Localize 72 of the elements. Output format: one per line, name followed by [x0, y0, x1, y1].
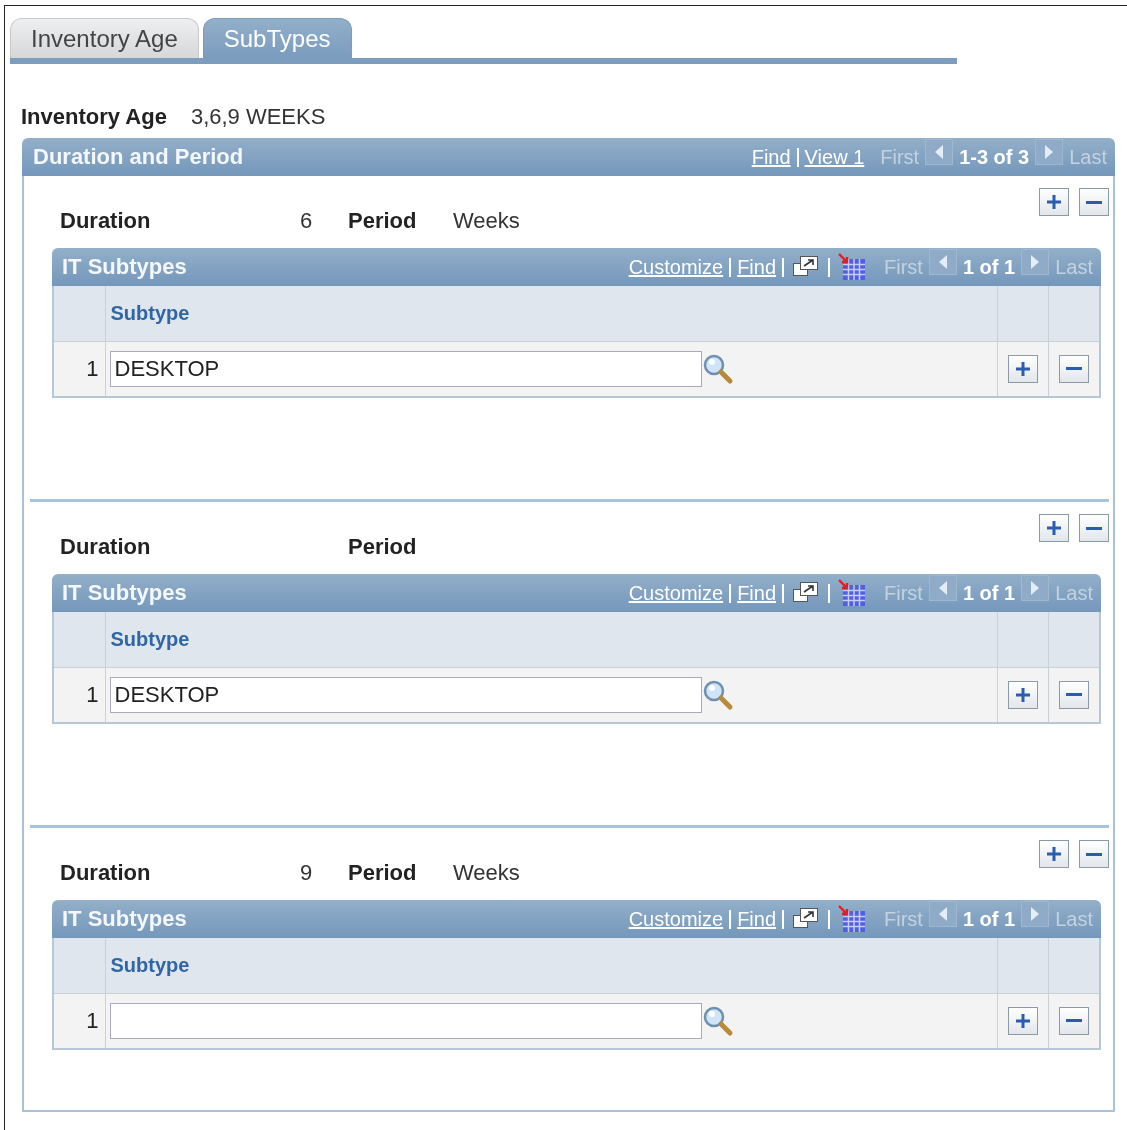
minus-icon	[1066, 1019, 1082, 1023]
link[interactable]: Find	[737, 907, 777, 931]
delete-row-button[interactable]	[1059, 354, 1089, 383]
field-label: Duration	[60, 860, 152, 886]
subtype-field[interactable]: DESKTOP	[109, 676, 702, 713]
plus-icon	[1014, 359, 1032, 378]
row-count: 1-3 of 3	[959, 145, 1030, 169]
field-label: Period	[348, 208, 418, 234]
plus-icon	[1045, 845, 1063, 863]
column-header: Subtype	[105, 938, 998, 993]
grid-title: IT Subtypes	[62, 580, 187, 606]
add-row-button[interactable]	[1008, 680, 1038, 709]
row-number: 1	[86, 681, 99, 707]
field-label: Duration	[60, 534, 152, 560]
grid-title: IT Subtypes	[62, 906, 187, 932]
add-row-button[interactable]	[1039, 188, 1069, 216]
grid-title: Duration and Period	[33, 144, 244, 170]
minus-icon	[1086, 852, 1102, 856]
download-grid-icon[interactable]	[838, 905, 867, 933]
minus-icon	[1066, 693, 1082, 697]
link[interactable]: View 1	[804, 145, 865, 169]
link[interactable]: Customize	[628, 255, 724, 279]
tab[interactable]: SubTypes	[202, 18, 352, 58]
plus-icon	[1014, 685, 1032, 704]
row-number: 1	[86, 355, 99, 381]
subtype-field[interactable]: DESKTOP	[109, 350, 702, 387]
minus-icon	[1066, 367, 1082, 371]
add-row-button[interactable]	[1008, 1006, 1038, 1035]
field-value: 9	[300, 860, 314, 886]
minus-icon	[1086, 526, 1102, 530]
column-header: Subtype	[105, 612, 998, 667]
delete-row-button[interactable]	[1059, 1006, 1089, 1035]
add-row-button[interactable]	[1008, 354, 1038, 383]
field-value: 3,6,9 WEEKS	[190, 104, 326, 130]
delete-row-button[interactable]	[1079, 514, 1109, 542]
add-row-button[interactable]	[1039, 840, 1069, 868]
delete-row-button[interactable]	[1079, 188, 1109, 216]
link[interactable]: Find	[737, 255, 777, 279]
row-count: 1 of 1	[962, 907, 1016, 931]
field-value: Weeks	[453, 208, 520, 234]
row-count: 1 of 1	[962, 255, 1016, 279]
plus-icon	[1014, 1011, 1032, 1030]
link[interactable]: Find	[737, 581, 777, 605]
field-value: 6	[300, 208, 314, 234]
header-cell	[53, 286, 105, 341]
download-grid-icon[interactable]	[838, 253, 867, 281]
field-label: Period	[348, 534, 418, 560]
link[interactable]: Customize	[628, 907, 724, 931]
row-number: 1	[86, 1007, 99, 1033]
field-label: Period	[348, 860, 418, 886]
search-icon[interactable]	[701, 678, 734, 711]
download-grid-icon[interactable]	[838, 579, 867, 607]
tab[interactable]: Inventory Age	[10, 18, 199, 58]
link[interactable]: Customize	[628, 581, 724, 605]
search-icon[interactable]	[701, 352, 734, 385]
plus-icon	[1045, 193, 1063, 211]
add-row-button[interactable]	[1039, 514, 1069, 542]
field-label: Duration	[60, 208, 152, 234]
subtype-field[interactable]	[109, 1002, 702, 1039]
grid-title: IT Subtypes	[62, 254, 187, 280]
field-label: Inventory Age	[21, 104, 167, 130]
header-cell	[53, 612, 105, 667]
column-header: Subtype	[105, 286, 998, 341]
delete-row-button[interactable]	[1059, 680, 1089, 709]
row-count: 1 of 1	[962, 581, 1016, 605]
field-value: Weeks	[453, 860, 520, 886]
plus-icon	[1045, 519, 1063, 537]
minus-icon	[1086, 200, 1102, 204]
delete-row-button[interactable]	[1079, 840, 1109, 868]
link[interactable]: Find	[751, 145, 791, 169]
search-icon[interactable]	[701, 1004, 734, 1037]
header-cell	[53, 938, 105, 993]
